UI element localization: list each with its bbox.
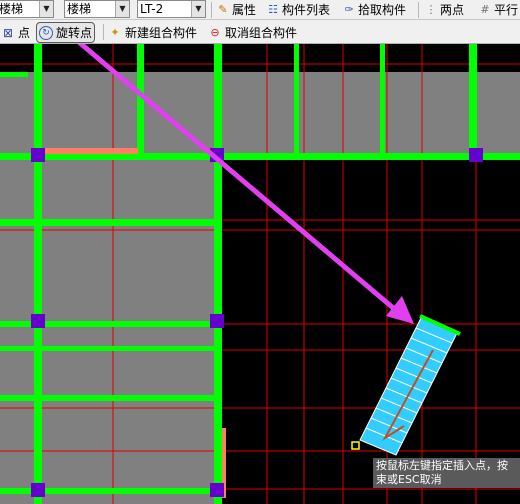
parallel-button[interactable]: # 平行	[478, 0, 518, 19]
cancel-group-label: 取消组合构件	[225, 25, 298, 40]
component-list-button[interactable]: ☷ 构件列表	[266, 0, 330, 19]
parallel-icon: #	[480, 2, 490, 16]
chevron-down-icon[interactable]: ▼	[39, 1, 53, 17]
toolbar-divider	[211, 2, 212, 18]
insert-point-tooltip: 按鼠标左键指定插入点，按 束或ESC取消	[373, 458, 520, 488]
new-group-icon: ✦	[110, 25, 120, 39]
two-points-button[interactable]: ⋮ 两点	[424, 0, 465, 19]
new-group-button[interactable]: ✦ 新建组合构件	[108, 23, 197, 42]
toolbar-row-2: ⊠ 点 ↻ 旋转点 ✦ 新建组合构件 ⊖ 取消组合构件	[0, 20, 520, 44]
tooltip-line-2: 束或ESC取消	[376, 473, 442, 486]
tooltip-line-1: 按鼠标左键指定插入点，按	[376, 459, 508, 472]
point-button[interactable]: ⊠ 点	[1, 23, 30, 42]
name-combo[interactable]: LT-2 ▼	[137, 0, 206, 18]
rotate-point-label: 旋转点	[56, 25, 93, 40]
pick-component-button[interactable]: ✑ 拾取构件	[342, 0, 406, 19]
cancel-group-icon: ⊖	[210, 25, 220, 39]
name-combo-value: LT-2	[140, 2, 164, 16]
properties-icon: ✎	[218, 2, 228, 16]
parallel-label: 平行	[494, 2, 519, 17]
toolbar-divider	[418, 2, 419, 18]
new-group-label: 新建组合构件	[125, 25, 198, 40]
pick-component-label: 拾取构件	[358, 2, 407, 17]
component-list-label: 构件列表	[282, 2, 331, 17]
pick-icon: ✑	[344, 2, 354, 16]
two-points-label: 两点	[440, 2, 465, 17]
point-icon: ⊠	[2, 25, 14, 40]
two-points-icon: ⋮	[425, 2, 437, 16]
type-combo[interactable]: 楼梯 ▼	[0, 0, 54, 18]
rotate-point-icon: ↻	[39, 25, 53, 40]
category-combo-value: 楼梯	[67, 2, 92, 16]
chevron-down-icon[interactable]: ▼	[115, 1, 129, 17]
component-list-icon: ☷	[268, 2, 278, 16]
type-combo-value: 楼梯	[0, 2, 24, 16]
toolbar-divider	[103, 24, 104, 40]
drawing-canvas[interactable]	[0, 44, 520, 504]
properties-button[interactable]: ✎ 属性	[216, 0, 256, 19]
point-label: 点	[18, 25, 31, 40]
chevron-down-icon[interactable]: ▼	[191, 1, 205, 17]
toolbar-row-1: 楼梯 ▼ 楼梯 ▼ LT-2 ▼ ✎ 属性 ☷ 构件列表 ✑ 拾取构件 ⋮ 两点…	[0, 0, 520, 20]
rotate-point-button[interactable]: ↻ 旋转点	[36, 22, 96, 43]
cancel-group-button[interactable]: ⊖ 取消组合构件	[208, 23, 297, 42]
category-combo[interactable]: 楼梯 ▼	[64, 0, 130, 18]
properties-label: 属性	[232, 2, 257, 17]
